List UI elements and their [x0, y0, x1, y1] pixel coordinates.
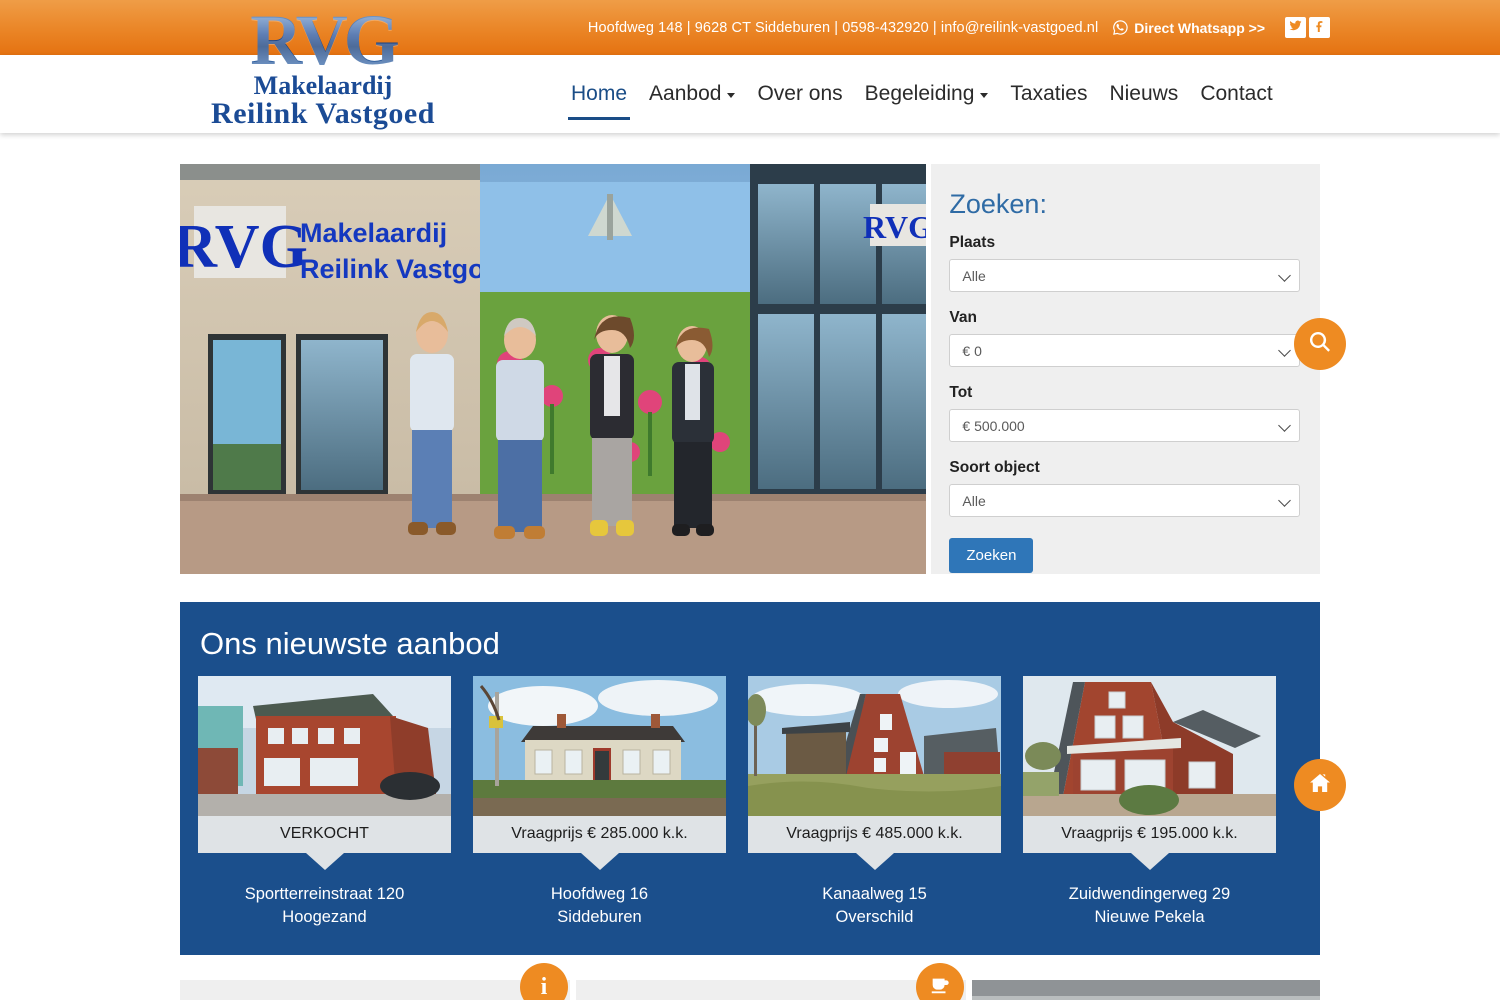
- home-icon: [1308, 771, 1332, 800]
- select-soort-object[interactable]: Alle: [949, 484, 1300, 517]
- hero-row: RVG Makelaardij Reilink Vastgoed RVG Zoe…: [180, 164, 1320, 574]
- property-card[interactable]: Vraagprijs € 485.000 k.k. Kanaalweg 15 O…: [748, 676, 1001, 929]
- logo-line-1: Makelaardij: [253, 71, 393, 100]
- property-photo: [473, 676, 726, 816]
- main-navigation: Home Aanbod Over ons Begeleiding Taxatie…: [560, 55, 1284, 133]
- facebook-link[interactable]: [1309, 17, 1330, 38]
- label-plaats: Plaats: [949, 234, 996, 251]
- property-street: Sportterreinstraat 120: [244, 885, 405, 903]
- site-header: RVG Makelaardij Reilink Vastgoed Home Aa…: [0, 4, 1500, 133]
- offers-title: Ons nieuwste aanbod: [200, 626, 500, 661]
- property-city: Siddeburen: [557, 908, 642, 926]
- info-badge-icon[interactable]: i: [520, 963, 568, 1000]
- bottom-box-right[interactable]: Kom langs voor een kop koffie!: [576, 980, 966, 1000]
- nav-label-taxaties: Taxaties: [1010, 81, 1088, 105]
- property-photo: [748, 676, 1001, 816]
- property-street: Kanaalweg 15: [822, 885, 927, 903]
- info-badge-glyph: i: [540, 974, 548, 1000]
- svg-text:RVG: RVG: [863, 209, 926, 245]
- nav-item-taxaties[interactable]: Taxaties: [999, 56, 1098, 133]
- nav-item-home[interactable]: Home: [560, 56, 638, 133]
- property-address: Hoofdweg 16 Siddeburen: [473, 883, 726, 929]
- chevron-down-icon: [727, 93, 736, 98]
- page-body: RVG Makelaardij Reilink Vastgoed RVG Zoe…: [0, 164, 1500, 1000]
- property-photo: [1023, 676, 1276, 816]
- whatsapp-icon: [1112, 19, 1129, 36]
- nav-item-nieuws[interactable]: Nieuws: [1098, 56, 1189, 133]
- svg-text:RVG: RVG: [180, 213, 308, 281]
- select-wrap-van: € 0: [949, 334, 1300, 367]
- nav-item-aanbod[interactable]: Aanbod: [638, 56, 746, 133]
- property-price: Vraagprijs € 195.000 k.k.: [1023, 816, 1276, 853]
- coffee-badge-icon[interactable]: [916, 963, 964, 1000]
- hero-image: RVG Makelaardij Reilink Vastgoed RVG: [180, 164, 927, 574]
- site-logo[interactable]: RVG Makelaardij Reilink Vastgoed: [178, 4, 468, 133]
- nav-label-begeleiding: Begeleiding: [864, 81, 975, 105]
- label-soort-object: Soort object: [949, 459, 1040, 476]
- select-van[interactable]: € 0: [949, 334, 1300, 367]
- search-panel: Zoeken: Plaats Alle Van € 0 Tot € 500.00…: [931, 164, 1320, 574]
- search-panel-title: Zoeken:: [949, 189, 1047, 219]
- coffee-cup-icon: [929, 974, 951, 1000]
- select-tot[interactable]: € 500.000: [949, 409, 1300, 442]
- property-price: VERKOCHT: [198, 816, 451, 853]
- search-icon: [1308, 330, 1332, 359]
- bottom-office-photo: RVG Makelaardij: [972, 980, 1320, 1000]
- search-submit-button[interactable]: Zoeken: [949, 538, 1034, 573]
- twitter-link[interactable]: [1285, 17, 1306, 38]
- property-address: Kanaalweg 15 Overschild: [748, 883, 1001, 929]
- nav-item-over-ons[interactable]: Over ons: [746, 56, 853, 133]
- bottom-box-left[interactable]: Uw woning verkopen, huur, belichting: [180, 980, 570, 1000]
- twitter-icon: [1289, 19, 1302, 36]
- select-wrap-soort-object: Alle: [949, 484, 1300, 517]
- social-links: [1285, 17, 1330, 38]
- property-address: Zuidwendingerweg 29 Nieuwe Pekela: [1023, 883, 1276, 929]
- offers-card-list: VERKOCHT Sportterreinstraat 120 Hoogezan…: [198, 676, 1302, 929]
- property-price: Vraagprijs € 285.000 k.k.: [473, 816, 726, 853]
- property-card[interactable]: Vraagprijs € 285.000 k.k. Hoofdweg 16 Si…: [473, 676, 726, 929]
- offers-section: Ons nieuwste aanbod VERKOCHT Sportterrei…: [180, 602, 1320, 955]
- select-wrap-plaats: Alle: [949, 259, 1300, 292]
- property-price: Vraagprijs € 485.000 k.k.: [748, 816, 1001, 853]
- nav-label-nieuws: Nieuws: [1109, 81, 1179, 105]
- nav-label-aanbod: Aanbod: [649, 81, 722, 105]
- chevron-down-icon: [980, 93, 989, 98]
- label-tot: Tot: [949, 384, 973, 401]
- home-fab[interactable]: [1294, 759, 1346, 811]
- nav-label-over-ons: Over ons: [757, 81, 843, 105]
- property-street: Zuidwendingerweg 29: [1068, 885, 1231, 903]
- direct-whatsapp-link[interactable]: Direct Whatsapp >>: [1112, 19, 1265, 36]
- property-city: Hoogezand: [282, 908, 367, 926]
- direct-whatsapp-label: Direct Whatsapp >>: [1134, 19, 1265, 36]
- logo-monogram: RVG: [178, 4, 468, 76]
- search-fab[interactable]: [1294, 318, 1346, 370]
- label-van: Van: [949, 309, 977, 326]
- property-city: Nieuwe Pekela: [1094, 908, 1205, 926]
- topbar-contact-info: Hoofdweg 148 | 9628 CT Siddeburen | 0598…: [587, 19, 1099, 36]
- select-wrap-tot: € 500.000: [949, 409, 1300, 442]
- property-address: Sportterreinstraat 120 Hoogezand: [198, 883, 451, 929]
- logo-line-2: Reilink Vastgoed: [211, 97, 435, 130]
- bottom-row: i Uw woning verkopen, huur, belichting K…: [180, 963, 1320, 1000]
- nav-item-contact[interactable]: Contact: [1189, 56, 1283, 133]
- property-card[interactable]: VERKOCHT Sportterreinstraat 120 Hoogezan…: [198, 676, 451, 929]
- facebook-icon: [1313, 19, 1326, 36]
- property-street: Hoofdweg 16: [550, 885, 649, 903]
- nav-item-begeleiding[interactable]: Begeleiding: [854, 56, 1000, 133]
- nav-label-contact: Contact: [1200, 81, 1273, 105]
- property-card[interactable]: Vraagprijs € 195.000 k.k. Zuidwendingerw…: [1023, 676, 1276, 929]
- select-plaats[interactable]: Alle: [949, 259, 1300, 292]
- property-city: Overschild: [835, 908, 914, 926]
- svg-text:Makelaardij: Makelaardij: [300, 218, 447, 248]
- nav-label-home: Home: [571, 81, 628, 105]
- property-photo: [198, 676, 451, 816]
